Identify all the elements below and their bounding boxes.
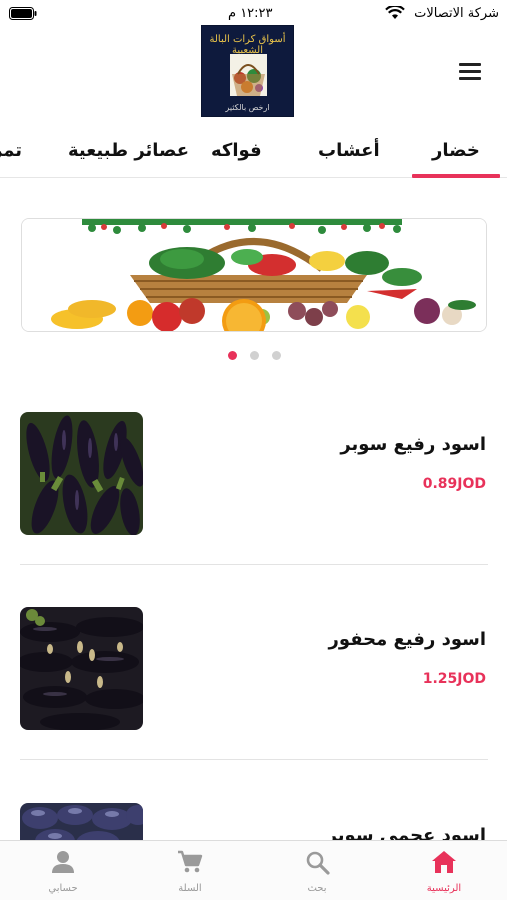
product-card[interactable]: اسود رفيع سوبر 0.89JOD [20, 412, 488, 537]
wifi-icon [385, 6, 405, 19]
clock: ١٢:٢٣ م [228, 6, 273, 21]
vegetable-basket-image [22, 219, 486, 331]
tab-herbs[interactable]: أعشاب [318, 140, 380, 161]
promo-banner[interactable] [21, 218, 487, 332]
product-card[interactable]: اسود رفيع محفور 1.25JOD [20, 607, 488, 732]
carousel-dot-3[interactable] [272, 351, 281, 360]
product-price: 1.25JOD [422, 671, 486, 687]
nav-label: حسابي [48, 883, 78, 894]
product-image [20, 412, 143, 535]
search-icon [306, 851, 330, 875]
app-header: أسواق كرات البالة الشعبية ارخص بالكثير [0, 20, 507, 126]
tab-fruits[interactable]: فواكه [211, 140, 262, 161]
divider [20, 564, 488, 565]
carousel-dot-1[interactable] [228, 351, 237, 360]
nav-label: الرئيسية [426, 883, 462, 894]
cart-icon [178, 850, 203, 873]
tab-natural-juices[interactable]: عصائر طبيعية [68, 140, 189, 161]
carrier-name: شركة الاتصالات [414, 6, 499, 21]
product-name: اسود رفيع محفور [328, 629, 486, 650]
carousel-indicator [0, 351, 507, 361]
eggplant-thin-image [20, 412, 143, 535]
home-icon [432, 851, 456, 873]
carousel-dot-2[interactable] [250, 351, 259, 360]
tab-vegetables[interactable]: خضار [412, 140, 500, 178]
nav-label: بحث [307, 883, 327, 894]
store-logo[interactable]: أسواق كرات البالة الشعبية ارخص بالكثير [201, 25, 294, 117]
product-image [20, 607, 143, 730]
divider [20, 759, 488, 760]
battery-icon [9, 7, 37, 20]
hamburger-menu-icon[interactable] [459, 63, 483, 81]
nav-account[interactable]: حسابي [0, 841, 126, 900]
product-price: 0.89JOD [422, 476, 486, 492]
category-tabs: خضار أعشاب فواكه عصائر طبيعية تمر [0, 126, 507, 178]
nav-home[interactable]: الرئيسية [381, 841, 507, 900]
logo-subtitle: ارخص بالكثير [225, 103, 270, 112]
eggplant-hollowed-image [20, 607, 143, 730]
bottom-navigation: الرئيسية بحث السلة حسابي [0, 840, 507, 900]
product-name: اسود رفيع سوبر [340, 434, 486, 455]
account-icon [52, 851, 74, 873]
nav-search[interactable]: بحث [254, 841, 380, 900]
nav-label: السلة [178, 883, 202, 894]
nav-cart[interactable]: السلة [127, 841, 253, 900]
tab-dates[interactable]: تمر [0, 140, 22, 161]
